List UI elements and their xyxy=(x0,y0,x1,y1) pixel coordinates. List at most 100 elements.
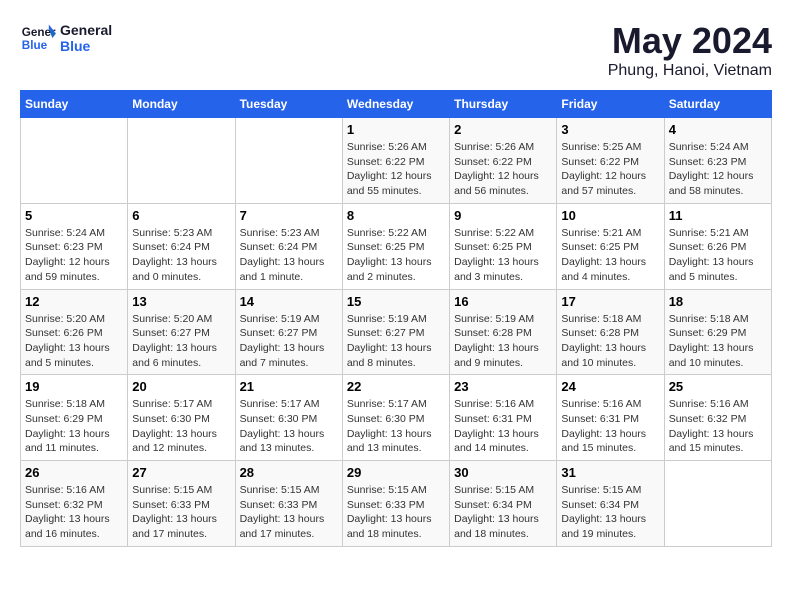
day-number: 7 xyxy=(240,208,338,223)
calendar-cell: 15Sunrise: 5:19 AM Sunset: 6:27 PM Dayli… xyxy=(342,289,449,375)
day-info: Sunrise: 5:18 AM Sunset: 6:28 PM Dayligh… xyxy=(561,312,659,371)
day-info: Sunrise: 5:16 AM Sunset: 6:31 PM Dayligh… xyxy=(561,397,659,456)
day-info: Sunrise: 5:15 AM Sunset: 6:33 PM Dayligh… xyxy=(347,483,445,542)
calendar-cell: 13 Sunrise: 5:20 AM Sunset: 6:27 PM Dayli… xyxy=(128,289,235,375)
day-number: 8 xyxy=(347,208,445,223)
calendar-cell: 12Sunrise: 5:20 AM Sunset: 6:26 PM Dayli… xyxy=(21,289,128,375)
day-info: Sunrise: 5:19 AM Sunset: 6:28 PM Dayligh… xyxy=(454,312,552,371)
week-row-2: 5Sunrise: 5:24 AM Sunset: 6:23 PM Daylig… xyxy=(21,203,772,289)
week-row-1: 1 Sunrise: 5:26 AM Sunset: 6:22 PM Daylig… xyxy=(21,118,772,204)
day-number: 13 xyxy=(132,294,230,309)
week-row-4: 19 Sunrise: 5:18 AM Sunset: 6:29 PM Dayli… xyxy=(21,375,772,461)
day-info: Sunrise: 5:15 AM Sunset: 6:34 PM Dayligh… xyxy=(561,483,659,542)
calendar-cell: 7 Sunrise: 5:23 AM Sunset: 6:24 PM Daylig… xyxy=(235,203,342,289)
calendar-cell: 19 Sunrise: 5:18 AM Sunset: 6:29 PM Dayli… xyxy=(21,375,128,461)
day-info: Sunrise: 5:18 AM Sunset: 6:29 PM Dayligh… xyxy=(25,397,123,456)
calendar-cell: 21Sunrise: 5:17 AM Sunset: 6:30 PM Dayli… xyxy=(235,375,342,461)
calendar-cell: 31 Sunrise: 5:15 AM Sunset: 6:34 PM Dayli… xyxy=(557,461,664,547)
calendar-cell xyxy=(21,118,128,204)
day-number: 11 xyxy=(669,208,767,223)
day-number: 26 xyxy=(25,465,123,480)
day-number: 22 xyxy=(347,379,445,394)
month-title: May 2024 xyxy=(608,20,772,62)
calendar-cell: 4Sunrise: 5:24 AM Sunset: 6:23 PM Daylig… xyxy=(664,118,771,204)
logo-general: General xyxy=(60,22,112,38)
weekday-header-monday: Monday xyxy=(128,91,235,118)
weekday-header-row: SundayMondayTuesdayWednesdayThursdayFrid… xyxy=(21,91,772,118)
calendar-cell: 27Sunrise: 5:15 AM Sunset: 6:33 PM Dayli… xyxy=(128,461,235,547)
calendar-cell xyxy=(235,118,342,204)
day-number: 5 xyxy=(25,208,123,223)
day-number: 18 xyxy=(669,294,767,309)
calendar-cell: 8 Sunrise: 5:22 AM Sunset: 6:25 PM Daylig… xyxy=(342,203,449,289)
weekday-header-tuesday: Tuesday xyxy=(235,91,342,118)
day-number: 21 xyxy=(240,379,338,394)
weekday-header-sunday: Sunday xyxy=(21,91,128,118)
day-number: 28 xyxy=(240,465,338,480)
day-number: 20 xyxy=(132,379,230,394)
calendar-cell: 11 Sunrise: 5:21 AM Sunset: 6:26 PM Dayli… xyxy=(664,203,771,289)
calendar-cell: 5Sunrise: 5:24 AM Sunset: 6:23 PM Daylig… xyxy=(21,203,128,289)
day-info: Sunrise: 5:23 AM Sunset: 6:24 PM Dayligh… xyxy=(132,226,230,285)
calendar-cell: 30 Sunrise: 5:15 AM Sunset: 6:34 PM Dayli… xyxy=(450,461,557,547)
day-info: Sunrise: 5:19 AM Sunset: 6:27 PM Dayligh… xyxy=(347,312,445,371)
day-number: 27 xyxy=(132,465,230,480)
logo-blue: Blue xyxy=(60,38,112,54)
day-info: Sunrise: 5:21 AM Sunset: 6:26 PM Dayligh… xyxy=(669,226,767,285)
calendar-cell: 1 Sunrise: 5:26 AM Sunset: 6:22 PM Daylig… xyxy=(342,118,449,204)
day-info: Sunrise: 5:17 AM Sunset: 6:30 PM Dayligh… xyxy=(347,397,445,456)
calendar-cell: 20 Sunrise: 5:17 AM Sunset: 6:30 PM Dayli… xyxy=(128,375,235,461)
day-number: 1 xyxy=(347,122,445,137)
weekday-header-wednesday: Wednesday xyxy=(342,91,449,118)
day-info: Sunrise: 5:25 AM Sunset: 6:22 PM Dayligh… xyxy=(561,140,659,199)
day-info: Sunrise: 5:26 AM Sunset: 6:22 PM Dayligh… xyxy=(347,140,445,199)
calendar-cell: 22 Sunrise: 5:17 AM Sunset: 6:30 PM Dayli… xyxy=(342,375,449,461)
calendar-cell: 25 Sunrise: 5:16 AM Sunset: 6:32 PM Dayli… xyxy=(664,375,771,461)
day-number: 9 xyxy=(454,208,552,223)
day-info: Sunrise: 5:15 AM Sunset: 6:34 PM Dayligh… xyxy=(454,483,552,542)
day-number: 31 xyxy=(561,465,659,480)
day-number: 30 xyxy=(454,465,552,480)
day-number: 23 xyxy=(454,379,552,394)
calendar-cell: 6 Sunrise: 5:23 AM Sunset: 6:24 PM Daylig… xyxy=(128,203,235,289)
day-number: 16 xyxy=(454,294,552,309)
day-info: Sunrise: 5:20 AM Sunset: 6:27 PM Dayligh… xyxy=(132,312,230,371)
calendar-cell xyxy=(664,461,771,547)
calendar-cell: 2Sunrise: 5:26 AM Sunset: 6:22 PM Daylig… xyxy=(450,118,557,204)
day-number: 29 xyxy=(347,465,445,480)
page-header: General Blue General Blue May 2024 Phung… xyxy=(20,20,772,80)
day-number: 6 xyxy=(132,208,230,223)
day-info: Sunrise: 5:16 AM Sunset: 6:32 PM Dayligh… xyxy=(669,397,767,456)
weekday-header-thursday: Thursday xyxy=(450,91,557,118)
day-number: 24 xyxy=(561,379,659,394)
day-info: Sunrise: 5:16 AM Sunset: 6:32 PM Dayligh… xyxy=(25,483,123,542)
day-info: Sunrise: 5:18 AM Sunset: 6:29 PM Dayligh… xyxy=(669,312,767,371)
day-number: 4 xyxy=(669,122,767,137)
day-info: Sunrise: 5:23 AM Sunset: 6:24 PM Dayligh… xyxy=(240,226,338,285)
calendar-cell: 3 Sunrise: 5:25 AM Sunset: 6:22 PM Daylig… xyxy=(557,118,664,204)
weekday-header-friday: Friday xyxy=(557,91,664,118)
day-number: 10 xyxy=(561,208,659,223)
calendar-table: SundayMondayTuesdayWednesdayThursdayFrid… xyxy=(20,90,772,547)
svg-text:Blue: Blue xyxy=(22,39,48,52)
day-info: Sunrise: 5:17 AM Sunset: 6:30 PM Dayligh… xyxy=(132,397,230,456)
calendar-cell: 17 Sunrise: 5:18 AM Sunset: 6:28 PM Dayli… xyxy=(557,289,664,375)
calendar-cell: 9 Sunrise: 5:22 AM Sunset: 6:25 PM Daylig… xyxy=(450,203,557,289)
day-info: Sunrise: 5:26 AM Sunset: 6:22 PM Dayligh… xyxy=(454,140,552,199)
day-info: Sunrise: 5:22 AM Sunset: 6:25 PM Dayligh… xyxy=(347,226,445,285)
week-row-3: 12Sunrise: 5:20 AM Sunset: 6:26 PM Dayli… xyxy=(21,289,772,375)
location: Phung, Hanoi, Vietnam xyxy=(608,62,772,80)
calendar-cell: 18 Sunrise: 5:18 AM Sunset: 6:29 PM Dayli… xyxy=(664,289,771,375)
day-number: 3 xyxy=(561,122,659,137)
calendar-cell: 10Sunrise: 5:21 AM Sunset: 6:25 PM Dayli… xyxy=(557,203,664,289)
calendar-cell: 26 Sunrise: 5:16 AM Sunset: 6:32 PM Dayli… xyxy=(21,461,128,547)
logo: General Blue General Blue xyxy=(20,20,112,56)
day-number: 25 xyxy=(669,379,767,394)
day-number: 19 xyxy=(25,379,123,394)
calendar-cell: 29 Sunrise: 5:15 AM Sunset: 6:33 PM Dayli… xyxy=(342,461,449,547)
day-info: Sunrise: 5:22 AM Sunset: 6:25 PM Dayligh… xyxy=(454,226,552,285)
day-info: Sunrise: 5:15 AM Sunset: 6:33 PM Dayligh… xyxy=(240,483,338,542)
day-number: 17 xyxy=(561,294,659,309)
calendar-cell: 14Sunrise: 5:19 AM Sunset: 6:27 PM Dayli… xyxy=(235,289,342,375)
day-info: Sunrise: 5:20 AM Sunset: 6:26 PM Dayligh… xyxy=(25,312,123,371)
